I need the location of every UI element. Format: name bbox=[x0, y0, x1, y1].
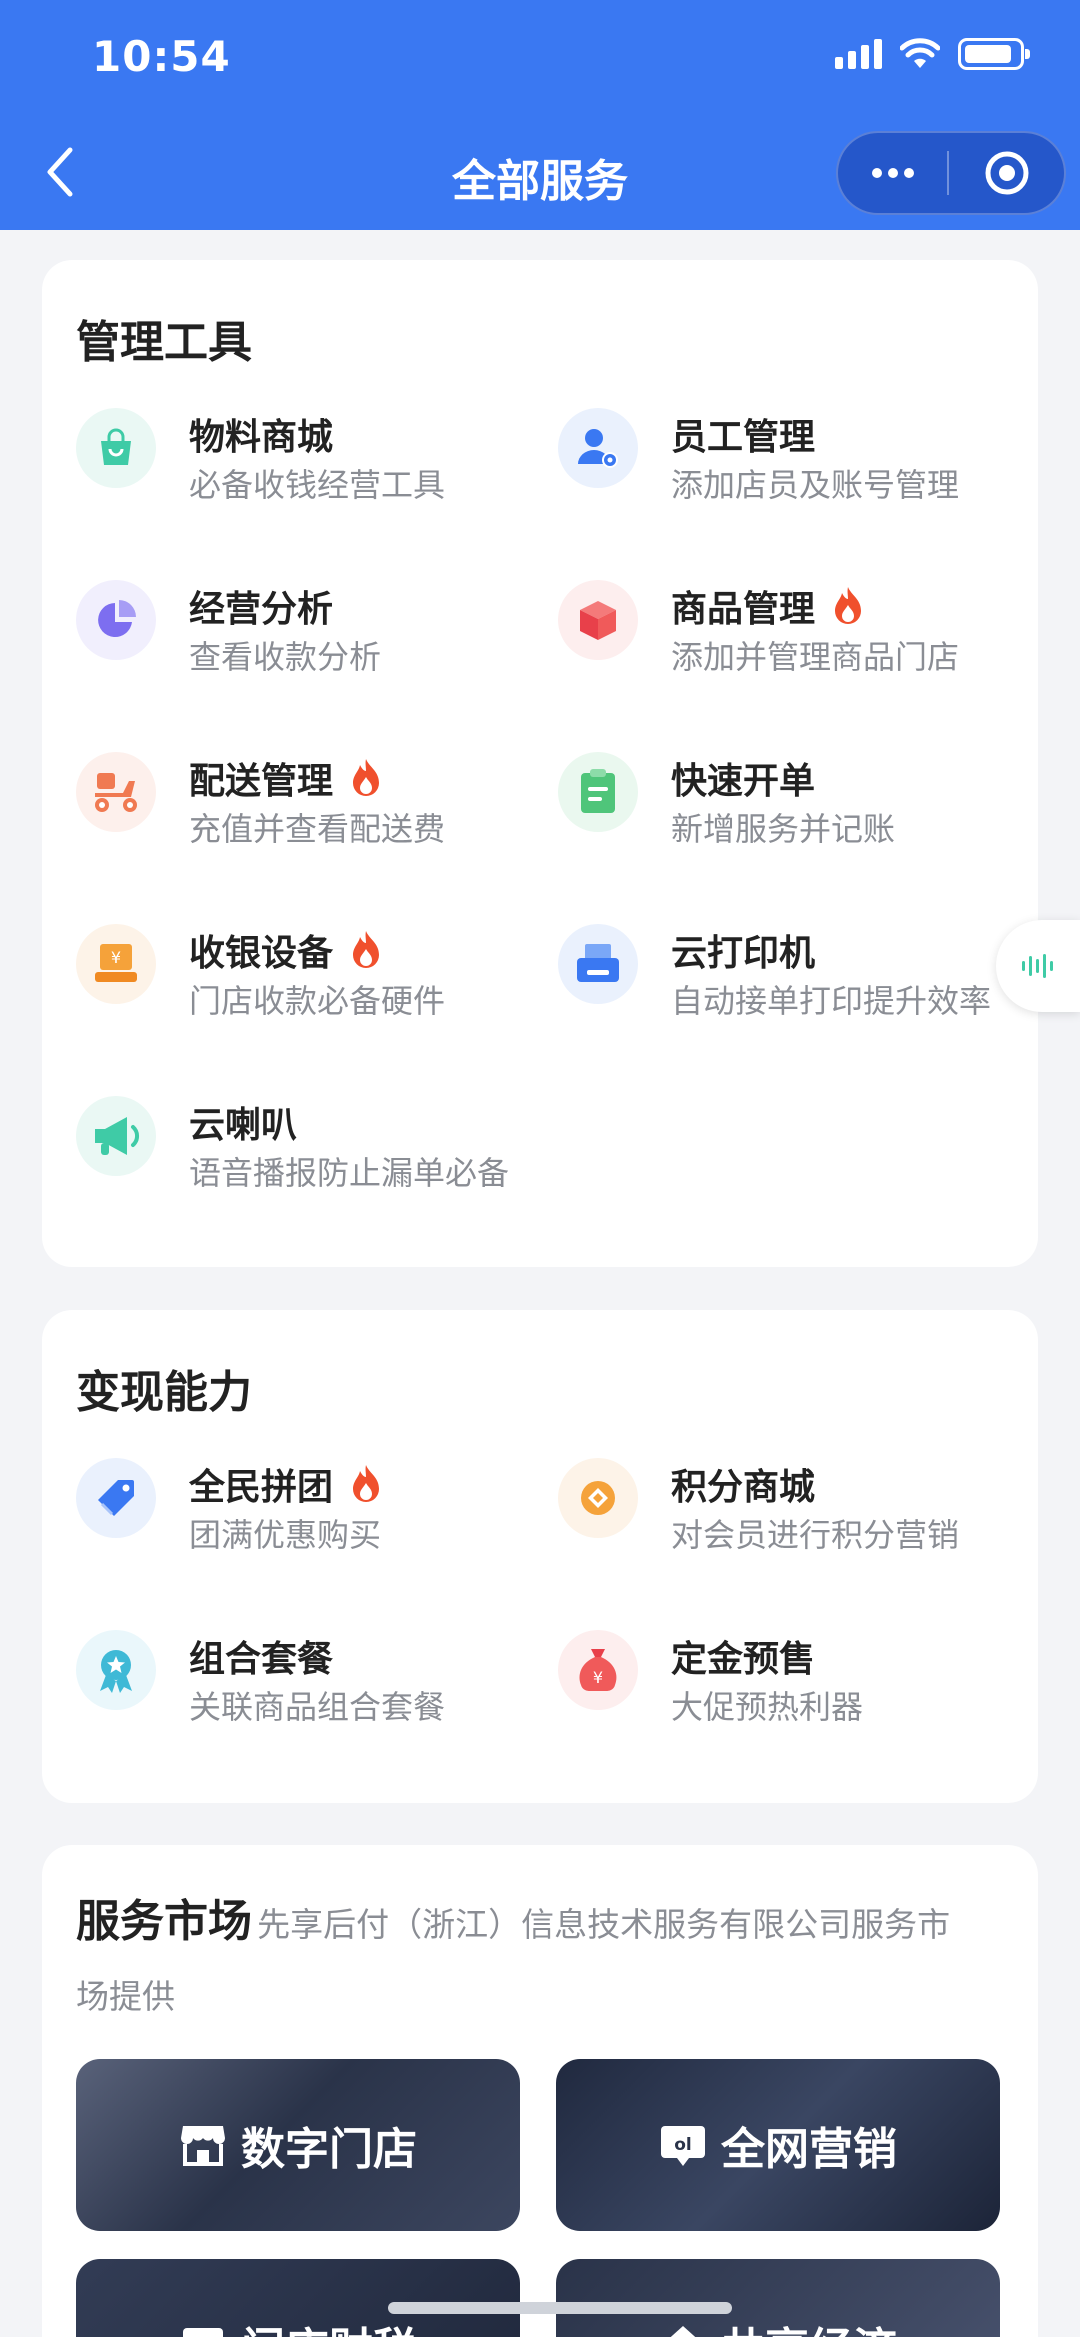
sound-wave-icon bbox=[1022, 954, 1053, 978]
money-bag-icon: ¥ bbox=[558, 1630, 638, 1710]
market-header: 服务市场 先享后付（浙江）信息技术服务有限公司服务市 场提供 bbox=[76, 1889, 1016, 2036]
tile-label: 数字门店 bbox=[241, 2124, 417, 2175]
service-name: 经营分析 bbox=[189, 589, 334, 630]
management-tools-card: 管理工具 物料商城 必备收钱经营工具 员工管理 添加店员及账号管理 经营分析 查… bbox=[42, 260, 1038, 1267]
service-name: 组合套餐 bbox=[189, 1639, 334, 1680]
svg-text:¥: ¥ bbox=[111, 948, 121, 967]
service-item-delivery[interactable]: 配送管理 充值并查看配送费 bbox=[76, 752, 546, 872]
service-name: 定金预售 bbox=[671, 1639, 816, 1680]
service-name: 收银设备 bbox=[189, 924, 385, 976]
service-desc: 大促预热利器 bbox=[671, 1688, 864, 1726]
store-icon bbox=[181, 2126, 225, 2166]
badge-icon bbox=[76, 1630, 156, 1710]
ad-icon: ol bbox=[661, 2126, 705, 2166]
service-item-cloud-printer[interactable]: 云打印机 自动接单打印提升效率 bbox=[558, 924, 1028, 1044]
top-bar: 10:54 全部服务 bbox=[0, 0, 1080, 230]
home-indicator[interactable] bbox=[388, 2302, 732, 2314]
service-desc: 添加并管理商品门店 bbox=[671, 638, 960, 676]
market-tile-store-finance[interactable]: 门店财税 bbox=[76, 2259, 520, 2337]
service-market-card: 服务市场 先享后付（浙江）信息技术服务有限公司服务市 场提供 数字门店 ol 全… bbox=[42, 1845, 1038, 2337]
share-icon bbox=[670, 2326, 696, 2337]
market-tile-sharing-economy[interactable]: 共享经济 bbox=[556, 2259, 1000, 2337]
service-item-cash-device[interactable]: ¥ 收银设备 门店收款必备硬件 bbox=[76, 924, 546, 1044]
service-item-material-mall[interactable]: 物料商城 必备收钱经营工具 bbox=[76, 408, 546, 528]
service-item-points-mall[interactable]: 积分商城 对会员进行积分营销 bbox=[558, 1458, 1028, 1578]
section-title: 服务市场 bbox=[76, 1896, 252, 1947]
service-desc: 查看收款分析 bbox=[189, 638, 382, 676]
service-name: 云打印机 bbox=[671, 933, 816, 974]
megaphone-icon bbox=[76, 1096, 156, 1176]
cash-register-icon: ¥ bbox=[76, 924, 156, 1004]
service-desc: 门店收款必备硬件 bbox=[189, 982, 446, 1020]
service-name: 商品管理 bbox=[671, 580, 867, 632]
voice-assistant-float[interactable] bbox=[996, 920, 1080, 1012]
tile-label: 门店财税 bbox=[241, 2313, 417, 2337]
more-icon[interactable] bbox=[838, 168, 947, 178]
service-name: 快速开单 bbox=[671, 761, 816, 802]
hot-fire-icon bbox=[353, 1465, 380, 1502]
svg-text:¥: ¥ bbox=[593, 1668, 603, 1687]
svg-text:ol: ol bbox=[674, 2135, 692, 2155]
pie-chart-icon bbox=[76, 580, 156, 660]
section-title: 变现能力 bbox=[76, 1367, 252, 1418]
clipboard-icon bbox=[558, 752, 638, 832]
service-desc: 关联商品组合套餐 bbox=[189, 1688, 446, 1726]
service-desc: 语音播报防止漏单必备 bbox=[189, 1154, 510, 1192]
service-desc: 添加店员及账号管理 bbox=[671, 466, 960, 504]
signal-icon bbox=[835, 39, 882, 69]
market-provider-text-cont: 场提供 bbox=[76, 1977, 175, 2016]
finance-icon bbox=[183, 2328, 223, 2337]
close-target-icon[interactable] bbox=[949, 148, 1064, 198]
service-desc: 充值并查看配送费 bbox=[189, 810, 446, 848]
service-item-group-buy[interactable]: 全民拼团 团满优惠购买 bbox=[76, 1458, 546, 1578]
service-item-staff[interactable]: 员工管理 添加店员及账号管理 bbox=[558, 408, 1028, 528]
service-item-cloud-speaker[interactable]: 云喇叭 语音播报防止漏单必备 bbox=[76, 1096, 546, 1216]
service-item-quick-order[interactable]: 快速开单 新增服务并记账 bbox=[558, 752, 1028, 872]
monetization-card: 变现能力 全民拼团 团满优惠购买 积分商城 对会员进行积分营销 组合套餐 关联商… bbox=[42, 1310, 1038, 1803]
tile-label: 全网营销 bbox=[721, 2124, 897, 2175]
scooter-icon bbox=[76, 752, 156, 832]
box-icon bbox=[558, 580, 638, 660]
service-name: 全民拼团 bbox=[189, 1458, 385, 1510]
tile-label: 共享经济 bbox=[721, 2313, 897, 2337]
service-item-business-analysis[interactable]: 经营分析 查看收款分析 bbox=[76, 580, 546, 700]
service-name: 物料商城 bbox=[189, 417, 334, 458]
service-name: 员工管理 bbox=[671, 417, 816, 458]
hot-fire-icon bbox=[353, 931, 380, 968]
section-title: 管理工具 bbox=[76, 317, 252, 368]
service-item-combo[interactable]: 组合套餐 关联商品组合套餐 bbox=[76, 1630, 546, 1750]
tag-icon bbox=[76, 1458, 156, 1538]
status-icons bbox=[835, 38, 1030, 70]
staff-settings-icon bbox=[558, 408, 638, 488]
wifi-icon bbox=[900, 38, 940, 68]
service-name: 配送管理 bbox=[189, 752, 385, 804]
service-desc: 自动接单打印提升效率 bbox=[671, 982, 992, 1020]
market-tile-network-marketing[interactable]: ol 全网营销 bbox=[556, 2059, 1000, 2231]
mini-program-capsule bbox=[836, 131, 1066, 215]
status-time: 10:54 bbox=[92, 32, 231, 81]
service-desc: 新增服务并记账 bbox=[671, 810, 896, 848]
printer-icon bbox=[558, 924, 638, 1004]
service-item-product-management[interactable]: 商品管理 添加并管理商品门店 bbox=[558, 580, 1028, 700]
service-desc: 对会员进行积分营销 bbox=[671, 1516, 960, 1554]
service-desc: 团满优惠购买 bbox=[189, 1516, 382, 1554]
battery-icon bbox=[958, 38, 1030, 70]
hot-fire-icon bbox=[353, 759, 380, 796]
points-icon bbox=[558, 1458, 638, 1538]
service-name: 积分商城 bbox=[671, 1467, 816, 1508]
service-desc: 必备收钱经营工具 bbox=[189, 466, 446, 504]
bag-icon bbox=[76, 408, 156, 488]
hot-fire-icon bbox=[835, 587, 862, 624]
service-name: 云喇叭 bbox=[189, 1105, 298, 1146]
market-provider-text: 先享后付（浙江）信息技术服务有限公司服务市 bbox=[257, 1905, 951, 1944]
service-item-presale-deposit[interactable]: ¥ 定金预售 大促预热利器 bbox=[558, 1630, 1028, 1750]
market-tile-digital-store[interactable]: 数字门店 bbox=[76, 2059, 520, 2231]
